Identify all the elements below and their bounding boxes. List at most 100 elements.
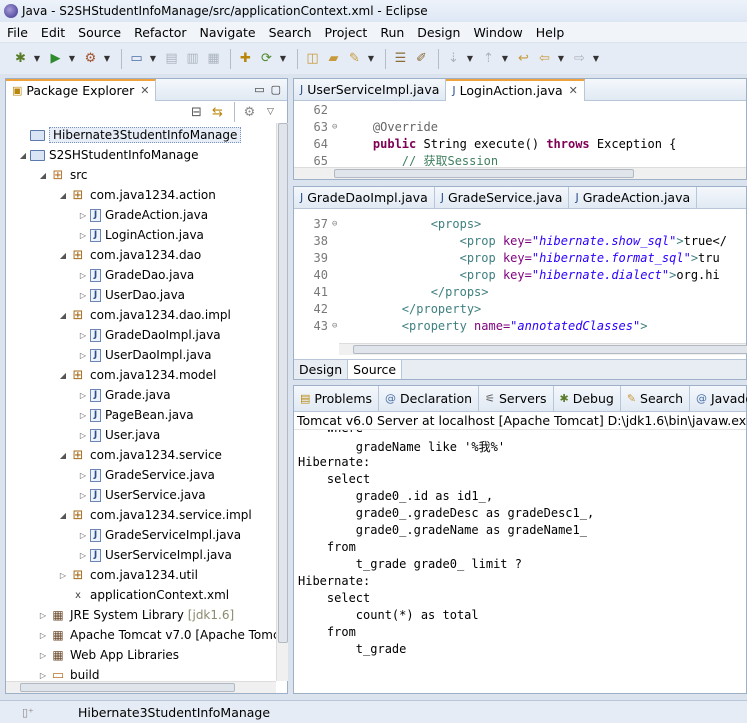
- menu-design[interactable]: Design: [410, 25, 466, 40]
- menu-window[interactable]: Window: [466, 25, 528, 40]
- fold-icon[interactable]: ⊖: [332, 321, 344, 331]
- tree-item[interactable]: ▷ J UserServiceImpl.java: [78, 546, 232, 564]
- menu-project[interactable]: Project: [318, 25, 374, 40]
- chevron-down-icon[interactable]: ▼: [149, 50, 157, 67]
- tree-item[interactable]: ▷ J User.java: [78, 426, 160, 444]
- close-icon[interactable]: ✕: [140, 84, 149, 97]
- collapse-arrow-icon[interactable]: ▷: [38, 631, 48, 640]
- expand-arrow-icon[interactable]: ◢: [58, 251, 68, 260]
- tab-problems[interactable]: ▤ Problems: [294, 385, 380, 412]
- new-java-class-icon[interactable]: ✚: [237, 50, 254, 67]
- back-icon[interactable]: ⇦: [536, 50, 553, 67]
- tree-item[interactable]: ▷ J PageBean.java: [78, 406, 194, 424]
- expand-arrow-icon[interactable]: ◢: [58, 371, 68, 380]
- previous-annotation-icon[interactable]: ⇡: [480, 50, 497, 67]
- tree-item[interactable]: ▷ J LoginAction.java: [78, 226, 204, 244]
- open-task-icon[interactable]: ✎: [346, 50, 363, 67]
- collapse-arrow-icon[interactable]: ▷: [78, 411, 88, 420]
- fold-icon[interactable]: ⊖: [332, 219, 344, 229]
- tree-item[interactable]: ◢ ⊞ com.java1234.service: [58, 446, 222, 464]
- tree-item[interactable]: ▷ J UserService.java: [78, 486, 206, 504]
- chevron-down-icon[interactable]: ▼: [279, 50, 287, 67]
- chevron-down-icon[interactable]: ▼: [68, 50, 76, 67]
- collapse-arrow-icon[interactable]: ▷: [78, 331, 88, 340]
- code-area[interactable]: 37 ⊖ <props> 38 <prop key= "hibernate.show_…: [294, 215, 746, 343]
- tab-login-action[interactable]: J LoginAction.java ✕: [446, 78, 585, 101]
- tab-javadoc[interactable]: @ Javadoc: [690, 386, 747, 412]
- tree-item[interactable]: ◢ ⊞ com.java1234.service.impl: [58, 506, 252, 524]
- tree-item[interactable]: ▷ ▦ Web App Libraries: [38, 646, 179, 664]
- horizontal-scrollbar[interactable]: [294, 167, 746, 179]
- external-tools-icon[interactable]: ⚙: [82, 50, 99, 67]
- menu-file[interactable]: File: [0, 25, 34, 40]
- open-type-icon[interactable]: ◫: [304, 50, 321, 67]
- maximize-icon[interactable]: ▢: [271, 83, 281, 96]
- menu-refactor[interactable]: Refactor: [127, 25, 192, 40]
- collapse-arrow-icon[interactable]: ▷: [78, 531, 88, 540]
- tree-item[interactable]: ▷ J GradeDao.java: [78, 266, 194, 284]
- scrollbar-thumb[interactable]: [334, 169, 634, 178]
- chevron-down-icon[interactable]: ▼: [33, 50, 41, 67]
- tree-item[interactable]: ◢ ⊞ com.java1234.action: [58, 186, 216, 204]
- tree-item[interactable]: ◢ ⊞ com.java1234.dao.impl: [58, 306, 231, 324]
- link-with-editor-icon[interactable]: ⇆: [209, 104, 226, 121]
- chevron-down-icon[interactable]: ▼: [103, 50, 111, 67]
- tab-grade-action[interactable]: J GradeAction.java: [569, 186, 698, 209]
- scrollbar-thumb[interactable]: [278, 123, 288, 643]
- tree-item[interactable]: ▷ J GradeAction.java: [78, 206, 208, 224]
- minimize-icon[interactable]: ▭: [254, 83, 264, 96]
- chevron-down-icon[interactable]: ▼: [592, 50, 600, 67]
- tree-item[interactable]: ▷ J UserDaoImpl.java: [78, 346, 212, 364]
- chevron-down-icon[interactable]: ▼: [557, 50, 565, 67]
- tab-declaration[interactable]: @ Declaration: [379, 385, 480, 412]
- menu-navigate[interactable]: Navigate: [193, 25, 262, 40]
- tree-item[interactable]: ▷ ▦ Apache Tomcat v7.0 [Apache Tomc: [38, 626, 276, 644]
- code-area[interactable]: 62 63 ⊖ @Override 64 public String execute(…: [294, 101, 746, 167]
- close-icon[interactable]: ✕: [569, 84, 578, 97]
- horizontal-scrollbar[interactable]: [339, 343, 747, 355]
- menu-source[interactable]: Source: [71, 25, 127, 40]
- view-menu-icon[interactable]: ⚙: [241, 104, 258, 121]
- save-icon[interactable]: ▤: [163, 50, 180, 67]
- collapse-arrow-icon[interactable]: ▷: [78, 351, 88, 360]
- collapse-arrow-icon[interactable]: ▷: [78, 391, 88, 400]
- debug-icon[interactable]: ✱: [12, 50, 29, 67]
- collapse-arrow-icon[interactable]: ▷: [38, 671, 48, 680]
- tree-item[interactable]: ◢ ⊞ src: [38, 166, 88, 184]
- collapse-arrow-icon[interactable]: ▷: [78, 211, 88, 220]
- tree-item[interactable]: ▷ ⊞ com.java1234.util: [58, 566, 198, 584]
- new-server-icon[interactable]: ⟳: [258, 50, 275, 67]
- vertical-scrollbar[interactable]: [276, 123, 288, 681]
- menu-edit[interactable]: Edit: [34, 25, 71, 40]
- collapse-arrow-icon[interactable]: ▷: [38, 611, 48, 620]
- collapse-arrow-icon[interactable]: ▷: [78, 551, 88, 560]
- chevron-down-icon[interactable]: ▼: [466, 50, 474, 67]
- tree-item[interactable]: x applicationContext.xml: [58, 586, 229, 604]
- fold-icon[interactable]: ⊖: [332, 122, 344, 132]
- collapse-arrow-icon[interactable]: ▷: [78, 471, 88, 480]
- new-icon[interactable]: ▭: [128, 50, 145, 67]
- tree-item[interactable]: ▷ ▦ JRE System Library [jdk1.6]: [38, 606, 234, 624]
- collapse-arrow-icon[interactable]: ▷: [78, 271, 88, 280]
- expand-arrow-icon[interactable]: ◢: [58, 511, 68, 520]
- collapse-all-icon[interactable]: ⊟: [188, 104, 205, 121]
- tree-item[interactable]: ▷ J GradeService.java: [78, 466, 215, 484]
- collapse-arrow-icon[interactable]: ▷: [58, 571, 68, 580]
- expand-arrow-icon[interactable]: ◢: [58, 311, 68, 320]
- tree-item[interactable]: ◢ ⊞ com.java1234.model: [58, 366, 216, 384]
- tab-grade-dao-impl[interactable]: J GradeDaoImpl.java: [294, 186, 435, 209]
- tree-item[interactable]: ◢ S2SHStudentInfoManage: [18, 146, 199, 164]
- forward-icon[interactable]: ⇨: [571, 50, 588, 67]
- tree-item[interactable]: ◢ ⊞ com.java1234.dao: [58, 246, 201, 264]
- chevron-down-icon[interactable]: ▼: [501, 50, 509, 67]
- console-output[interactable]: where gradeName like '%我%'Hibernate: sel…: [294, 430, 746, 693]
- tab-grade-service[interactable]: J GradeService.java: [435, 186, 570, 209]
- expand-arrow-icon[interactable]: ◢: [18, 151, 28, 160]
- tab-search[interactable]: ✎ Search: [621, 385, 690, 412]
- tree-item[interactable]: ▷ J UserDao.java: [78, 286, 185, 304]
- tab-user-service-impl[interactable]: J UserServiceImpl.java: [294, 78, 447, 101]
- last-edit-location-icon[interactable]: ↩: [515, 50, 532, 67]
- collapse-arrow-icon[interactable]: ▷: [38, 651, 48, 660]
- horizontal-scrollbar[interactable]: [6, 681, 276, 693]
- tab-source[interactable]: Source: [348, 360, 403, 379]
